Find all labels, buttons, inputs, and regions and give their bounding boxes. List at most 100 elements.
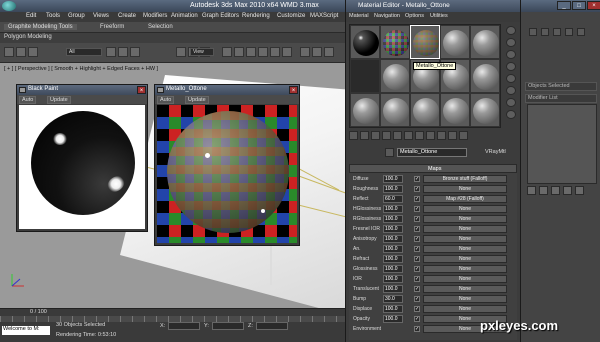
menu-edit[interactable]: Edit <box>26 13 36 19</box>
backlight-icon[interactable] <box>506 38 516 47</box>
remove-modifier-icon[interactable] <box>563 186 572 195</box>
sample-slot[interactable] <box>380 59 410 93</box>
map-amount-spinner[interactable]: 100.0 <box>383 205 403 213</box>
sample-slot-black-paint[interactable] <box>350 25 380 59</box>
map-slot-button[interactable]: None <box>423 235 507 243</box>
map-enable-checkbox[interactable]: ✓ <box>414 176 420 182</box>
sample-uv-tiling-icon[interactable] <box>506 62 516 71</box>
select-manipulate-icon[interactable] <box>234 47 244 57</box>
map-amount-spinner[interactable]: 100.0 <box>383 175 403 183</box>
assign-to-selection-icon[interactable] <box>371 131 380 140</box>
close-icon[interactable]: × <box>289 86 298 94</box>
auto-button[interactable]: Auto <box>157 96 175 104</box>
select-by-name-icon[interactable] <box>118 47 128 57</box>
map-slot-button[interactable]: None <box>423 185 507 193</box>
map-amount-spinner[interactable]: 100.0 <box>383 275 403 283</box>
black-paint-preview-window[interactable]: Black Paint × Auto Update <box>16 84 148 232</box>
x-coordinate-field[interactable] <box>168 322 200 330</box>
map-enable-checkbox[interactable]: ✓ <box>414 296 420 302</box>
redo-icon[interactable] <box>16 47 26 57</box>
map-enable-checkbox[interactable]: ✓ <box>414 256 420 262</box>
reset-map-icon[interactable] <box>382 131 391 140</box>
options-icon[interactable] <box>506 98 516 107</box>
motion-tab-icon[interactable] <box>565 28 573 36</box>
map-slot-button[interactable]: None <box>423 225 507 233</box>
selection-region-icon[interactable] <box>130 47 140 57</box>
sample-slot[interactable] <box>440 93 470 127</box>
snap-icon[interactable] <box>246 47 256 57</box>
reference-coordinate-dropdown[interactable]: View <box>190 48 214 56</box>
map-enable-checkbox[interactable]: ✓ <box>414 186 420 192</box>
map-enable-checkbox[interactable]: ✓ <box>414 316 420 322</box>
menu-tools[interactable]: Tools <box>46 13 60 19</box>
maximize-icon[interactable]: □ <box>572 1 586 10</box>
map-slot-button[interactable]: None <box>423 275 507 283</box>
pin-stack-icon[interactable] <box>527 186 536 195</box>
map-amount-spinner[interactable]: 100.0 <box>383 215 403 223</box>
go-forward-sibling-icon[interactable] <box>459 131 468 140</box>
me-menu-material[interactable]: Material <box>349 13 369 19</box>
map-amount-spinner[interactable]: 100.0 <box>383 265 403 273</box>
selection-filter-dropdown[interactable]: All <box>66 48 102 56</box>
map-enable-checkbox[interactable]: ✓ <box>414 196 420 202</box>
material-editor-title-bar[interactable]: Material Editor - Metallo_Ottone <box>346 0 521 12</box>
go-to-parent-icon[interactable] <box>448 131 457 140</box>
put-to-library-icon[interactable] <box>404 131 413 140</box>
make-unique-icon[interactable] <box>393 131 402 140</box>
z-coordinate-field[interactable] <box>256 322 288 330</box>
video-color-check-icon[interactable] <box>506 74 516 83</box>
show-map-in-viewport-icon[interactable] <box>426 131 435 140</box>
link-icon[interactable] <box>28 47 38 57</box>
modifier-list-dropdown[interactable]: Modifier List <box>525 94 597 103</box>
show-end-result-icon[interactable] <box>539 186 548 195</box>
menu-maxscript[interactable]: MAXScript <box>310 13 338 19</box>
me-menu-options[interactable]: Options <box>405 13 424 19</box>
sample-slot[interactable] <box>440 25 470 59</box>
material-type-button[interactable]: VRayMtl <box>485 149 506 155</box>
map-amount-spinner[interactable]: 100.0 <box>383 185 403 193</box>
sample-slot-metallo-ottone[interactable] <box>410 25 440 59</box>
sample-slot-checker[interactable] <box>380 25 410 59</box>
objects-selected-field[interactable]: Objects Selected <box>525 82 597 91</box>
y-coordinate-field[interactable] <box>212 322 244 330</box>
map-amount-spinner[interactable]: 30.0 <box>383 295 403 303</box>
map-amount-spinner[interactable]: 100.0 <box>383 305 403 313</box>
sample-slot[interactable] <box>350 93 380 127</box>
map-slot-button[interactable]: Bronze stuff (Falloff) <box>423 175 507 183</box>
sample-slot-empty[interactable] <box>350 59 380 93</box>
maxscript-listener[interactable]: Welcome to M: <box>2 326 50 335</box>
make-unique-icon[interactable] <box>551 186 560 195</box>
menu-group[interactable]: Group <box>68 13 85 19</box>
app-logo-icon[interactable] <box>2 1 16 11</box>
sample-slot[interactable] <box>470 93 500 127</box>
map-amount-spinner[interactable]: 100.0 <box>383 255 403 263</box>
layer-manager-icon[interactable] <box>324 47 334 57</box>
preview-title-bar[interactable]: Black Paint × <box>17 85 147 95</box>
map-amount-spinner[interactable]: 100.0 <box>383 245 403 253</box>
map-slot-button[interactable]: None <box>423 265 507 273</box>
polygon-modeling-panel[interactable]: Polygon Modeling <box>4 34 52 40</box>
viewport-label[interactable]: [ + ] [ Perspective ] [ Smooth + Highlig… <box>4 66 158 72</box>
map-slot-button[interactable]: None <box>423 255 507 263</box>
select-object-icon[interactable] <box>106 47 116 57</box>
update-button[interactable]: Update <box>185 96 209 104</box>
map-slot-button[interactable]: None <box>423 305 507 313</box>
pivot-icon[interactable] <box>222 47 232 57</box>
map-enable-checkbox[interactable]: ✓ <box>414 266 420 272</box>
me-menu-utilities[interactable]: Utilities <box>430 13 448 19</box>
map-enable-checkbox[interactable]: ✓ <box>414 286 420 292</box>
display-tab-icon[interactable] <box>577 28 585 36</box>
tab-selection[interactable]: Selection <box>148 24 173 30</box>
map-amount-spinner[interactable]: 100.0 <box>383 315 403 323</box>
close-icon[interactable]: × <box>137 86 146 94</box>
sample-slot[interactable] <box>470 59 500 93</box>
map-slot-button[interactable]: None <box>423 295 507 303</box>
map-slot-button[interactable]: None <box>423 285 507 293</box>
close-icon[interactable]: × <box>587 1 600 10</box>
metallo-ottone-preview-window[interactable]: Metallo_Ottone × Auto Update <box>154 84 300 246</box>
material-effects-channel-icon[interactable] <box>415 131 424 140</box>
menu-animation[interactable]: Animation <box>171 13 198 19</box>
map-amount-spinner[interactable]: 100.0 <box>383 225 403 233</box>
move-icon[interactable] <box>176 47 186 57</box>
material-editor-window[interactable]: Material Editor - Metallo_Ottone Materia… <box>345 0 521 342</box>
